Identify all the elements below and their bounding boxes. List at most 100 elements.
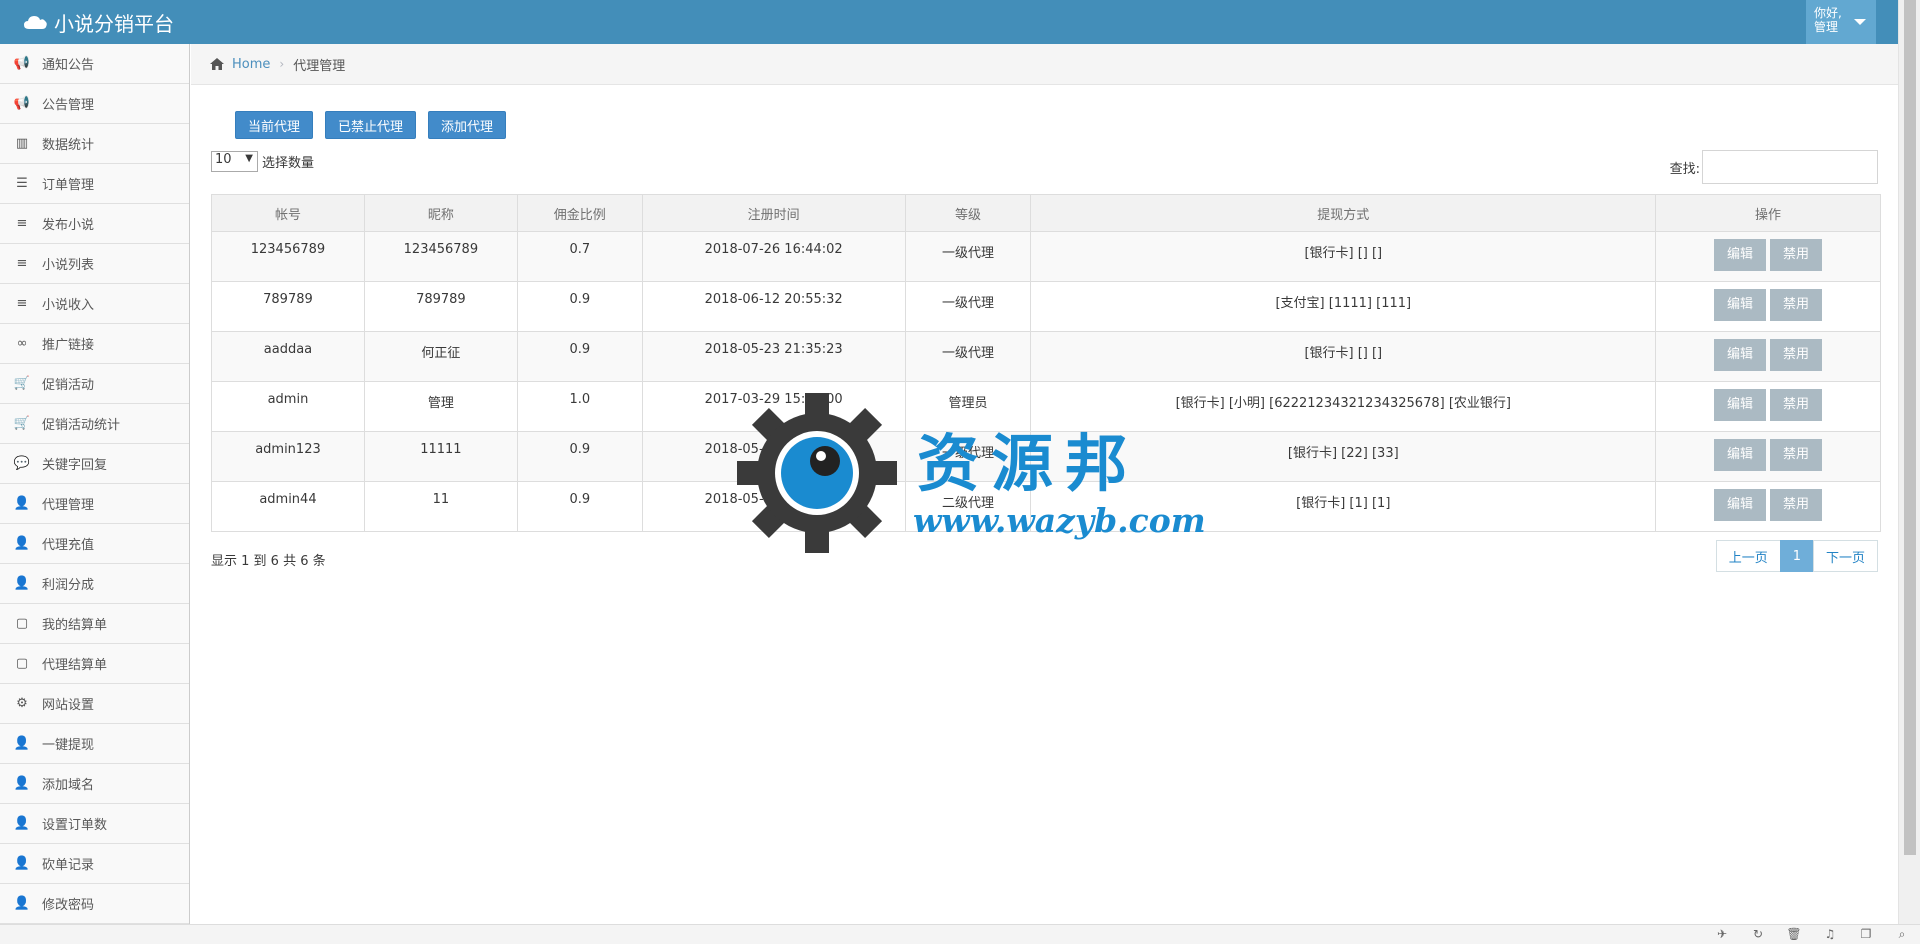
search-input[interactable] [1702, 150, 1878, 184]
volume-icon[interactable]: ♫ [1812, 927, 1848, 942]
vertical-scrollbar[interactable] [1898, 0, 1920, 924]
next-page-button[interactable]: 下一页 [1812, 540, 1878, 572]
sidebar-item[interactable]: 👤 设置订单数 [0, 804, 189, 844]
cell-level: 二级代理 [904, 481, 1032, 532]
column-header[interactable]: 操作 [1655, 194, 1881, 232]
sidebar-item[interactable]: ▥ 数据统计 [0, 124, 189, 164]
table-info: 显示 1 到 6 共 6 条 [211, 554, 326, 569]
user-menu[interactable]: 你好, 管理 [1806, 0, 1876, 44]
sidebar-item[interactable]: 💬 关键字回复 [0, 444, 189, 484]
cell-actions: 编辑 禁用 [1655, 231, 1881, 282]
main-content: Home › 代理管理 当前代理 已禁止代理 添加代理 10 ▼ 选择数量 查找… [191, 44, 1898, 924]
sidebar-item[interactable]: 👤 代理充值 [0, 524, 189, 564]
refresh-icon[interactable]: ↻ [1740, 927, 1776, 942]
edit-button[interactable]: 编辑 [1714, 489, 1767, 521]
table-row: 789789 789789 0.9 2018-06-12 20:55:32 一级代理 [支… [211, 281, 1881, 332]
cell-withdraw: [银行卡] [1] [1] [1030, 481, 1657, 532]
disable-button[interactable]: 禁用 [1770, 389, 1823, 421]
sidebar-item[interactable]: 🛒 促销活动 [0, 364, 189, 404]
column-header[interactable]: 注册时间 [641, 194, 906, 232]
cell-account: admin44 [211, 481, 365, 532]
sidebar-item-label: 推广链接 [42, 338, 95, 353]
page-length-select[interactable]: 10 ▼ [211, 151, 258, 172]
current-agents-button[interactable]: 当前代理 [235, 111, 314, 139]
page-length-value: 10 [215, 152, 232, 167]
edit-button[interactable]: 编辑 [1714, 289, 1767, 321]
scrollbar-thumb[interactable] [1904, 0, 1916, 855]
page-1-button[interactable]: 1 [1779, 540, 1814, 572]
disable-button[interactable]: 禁用 [1770, 489, 1823, 521]
sidebar-item[interactable]: 👤 利润分成 [0, 564, 189, 604]
sidebar-item-label: 小说收入 [42, 298, 95, 313]
sidebar-item[interactable]: ∞ 推广链接 [0, 324, 189, 364]
sidebar-item-label: 利润分成 [42, 578, 95, 593]
prev-page-button[interactable]: 上一页 [1715, 540, 1781, 572]
add-agent-button[interactable]: 添加代理 [428, 111, 507, 139]
sidebar-item-label: 添加域名 [42, 778, 95, 793]
user-greeting: 你好, [1814, 6, 1842, 20]
server-icon: ≡ [16, 216, 28, 231]
sidebar-item[interactable]: 📢 公告管理 [0, 84, 189, 124]
breadcrumb: Home › 代理管理 [191, 44, 1898, 85]
sidebar-item-label: 订单管理 [42, 178, 95, 193]
sidebar-item-label: 网站设置 [42, 698, 95, 713]
sidebar-item[interactable]: 👤 代理管理 [0, 484, 189, 524]
sidebar-item[interactable]: 👤 一键提现 [0, 724, 189, 764]
cart-icon: 🛒 [13, 376, 31, 391]
edit-button[interactable]: 编辑 [1714, 389, 1767, 421]
column-header[interactable]: 帐号 [211, 194, 365, 232]
disable-button[interactable]: 禁用 [1770, 239, 1823, 271]
cell-level: 一级代理 [904, 231, 1032, 282]
table-row: admin44 11 0.9 2018-05-08 11:14:43 二级代理 [银行卡]… [211, 481, 1881, 532]
sidebar-item-label: 砍单记录 [42, 858, 95, 873]
sidebar-item[interactable]: ▢ 代理结算单 [0, 644, 189, 684]
sidebar-item[interactable]: 👤 添加域名 [0, 764, 189, 804]
column-header[interactable]: 等级 [904, 194, 1032, 232]
zoom-icon[interactable]: ⌕ [1884, 927, 1920, 942]
page-length-label: 选择数量 [262, 156, 315, 171]
sidebar-item[interactable]: 👤 修改密码 [0, 884, 189, 924]
table-row: 123456789 123456789 0.7 2018-07-26 16:44:02… [211, 231, 1881, 282]
brand[interactable]: 小说分销平台 [24, 0, 174, 44]
disable-button[interactable]: 禁用 [1770, 289, 1823, 321]
sidebar-item-label: 关键字回复 [42, 458, 108, 473]
link-icon: ∞ [16, 336, 28, 351]
app-title: 小说分销平台 [54, 11, 174, 36]
table-row: aaddaa 何正征 0.9 2018-05-23 21:35:23 一级代理 [银行卡]… [211, 331, 1881, 382]
disable-button[interactable]: 禁用 [1770, 439, 1823, 471]
cell-account: admin123 [211, 431, 365, 482]
column-header[interactable]: 昵称 [363, 194, 518, 232]
sidebar-item[interactable]: 🛒 促销活动统计 [0, 404, 189, 444]
sidebar-item[interactable]: ▢ 我的结算单 [0, 604, 189, 644]
sidebar-item[interactable]: 👤 砍单记录 [0, 844, 189, 884]
user-plus-icon: 👤 [13, 776, 31, 791]
trash-icon[interactable]: 🗑 [1776, 927, 1812, 942]
table-row: admin123 11111 0.9 2018-05-08 11:13:16 一级代理[… [211, 431, 1881, 482]
sidebar-item-label: 小说列表 [42, 258, 95, 273]
cell-ratio: 0.9 [516, 481, 643, 532]
disable-button[interactable]: 禁用 [1770, 339, 1823, 371]
window-icon[interactable]: ❐ [1848, 927, 1884, 942]
home-icon [210, 58, 224, 70]
column-header[interactable]: 提现方式 [1030, 194, 1657, 232]
sidebar-item-label: 设置订单数 [42, 818, 108, 833]
sidebar-item[interactable]: ⚙ 网站设置 [0, 684, 189, 724]
disabled-agents-button[interactable]: 已禁止代理 [325, 111, 417, 139]
column-header[interactable]: 佣金比例 [516, 194, 643, 232]
cell-registered: 2018-05-23 21:35:23 [641, 331, 906, 382]
search-label: 查找: [1669, 161, 1700, 177]
sidebar-item-label: 通知公告 [42, 58, 95, 73]
server-icon: ≡ [16, 256, 28, 271]
pin-icon[interactable]: ✈ [1704, 927, 1740, 942]
edit-button[interactable]: 编辑 [1714, 439, 1767, 471]
breadcrumb-home[interactable]: Home [232, 57, 270, 72]
sidebar-item[interactable]: 📢 通知公告 [0, 44, 189, 84]
sidebar-item[interactable]: ≡ 小说收入 [0, 284, 189, 324]
edit-button[interactable]: 编辑 [1714, 239, 1767, 271]
edit-button[interactable]: 编辑 [1714, 339, 1767, 371]
sidebar-item[interactable]: ☰ 订单管理 [0, 164, 189, 204]
sidebar-item[interactable]: ≡ 发布小说 [0, 204, 189, 244]
sidebar-item[interactable]: ≡ 小说列表 [0, 244, 189, 284]
server-icon: ≡ [16, 296, 28, 311]
toolbar: 当前代理 已禁止代理 添加代理 [235, 111, 518, 139]
